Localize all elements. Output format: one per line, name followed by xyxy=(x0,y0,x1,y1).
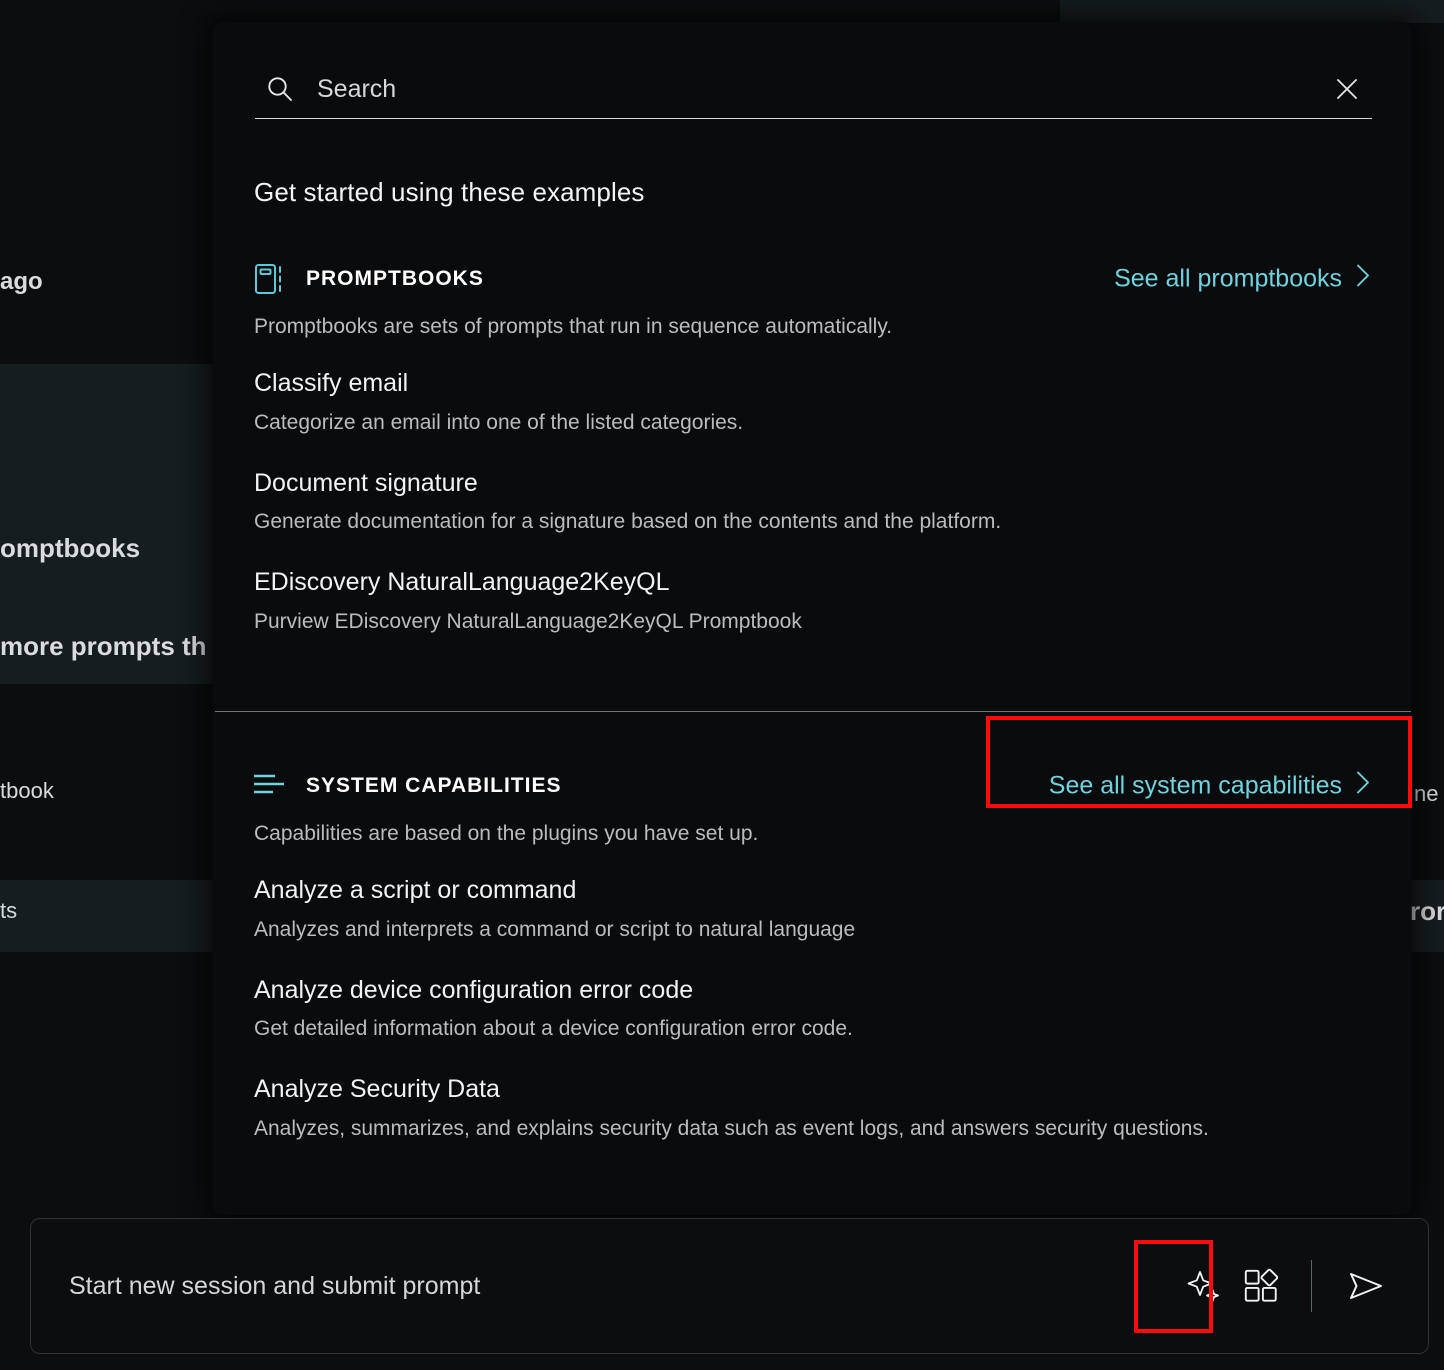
item-description: Purview EDiscovery NaturalLanguage2KeyQL… xyxy=(254,609,802,633)
composer-toolbar xyxy=(1177,1258,1428,1314)
item-description: Analyzes, summarizes, and explains secur… xyxy=(254,1116,1209,1140)
section-promptbooks: PROMPTBOOKS See all promptbooks Promptbo… xyxy=(213,258,1411,633)
chevron-right-icon xyxy=(1355,263,1371,296)
chevron-right-icon xyxy=(1355,770,1371,803)
section-title: SYSTEM CAPABILITIES xyxy=(306,774,562,797)
section-divider xyxy=(215,711,1411,712)
plugins-icon[interactable] xyxy=(1233,1258,1289,1314)
search-row xyxy=(255,58,1373,120)
toolbar-divider xyxy=(1311,1260,1312,1312)
search-input[interactable] xyxy=(295,74,1327,104)
close-icon[interactable] xyxy=(1327,69,1367,109)
see-all-system-capabilities-link[interactable]: See all system capabilities xyxy=(1049,770,1371,803)
search-icon xyxy=(265,74,295,104)
see-all-promptbooks-link[interactable]: See all promptbooks xyxy=(1114,263,1371,296)
item-description: Generate documentation for a signature b… xyxy=(254,510,1002,534)
screen: ago omptbooks more prompts th tbook ts ne ror … xyxy=(0,0,1444,1370)
section-system-capabilities: SYSTEM CAPABILITIES See all system capab… xyxy=(213,765,1411,1140)
background-text: ago xyxy=(0,268,43,295)
background-text: ts xyxy=(0,898,18,923)
item-title: Analyze device configuration error code xyxy=(254,975,694,1004)
section-title: PROMPTBOOKS xyxy=(306,267,484,290)
item-description: Categorize an email into one of the list… xyxy=(254,410,744,434)
background-card xyxy=(0,880,215,952)
see-all-promptbooks-label: See all promptbooks xyxy=(1114,264,1342,293)
item-title: Analyze Security Data xyxy=(254,1075,500,1104)
item-description: Get detailed information about a device … xyxy=(254,1017,853,1041)
item-description: Analyzes and interprets a command or scr… xyxy=(254,917,856,941)
list-item[interactable]: EDiscovery NaturalLanguage2KeyQL Purview… xyxy=(254,569,1411,633)
page-title: Get started using these examples xyxy=(254,177,645,207)
list-item[interactable]: Classify email Categorize an email into … xyxy=(254,369,1411,434)
background-text: tbook xyxy=(0,778,54,803)
sparkle-icon[interactable] xyxy=(1177,1258,1233,1314)
section-header: PROMPTBOOKS See all promptbooks xyxy=(213,258,1411,300)
prompt-input[interactable] xyxy=(31,1271,1177,1301)
see-all-system-capabilities-label: See all system capabilities xyxy=(1048,771,1342,800)
item-title: EDiscovery NaturalLanguage2KeyQL xyxy=(254,568,670,597)
item-title: Analyze a script or command xyxy=(254,876,577,904)
background-text: ne xyxy=(1414,781,1439,806)
background-text: more prompts th xyxy=(0,631,207,661)
background-text: ror xyxy=(1410,896,1444,926)
item-title: Classify email xyxy=(254,369,409,397)
list-item[interactable]: Document signature Generate documentatio… xyxy=(254,468,1411,534)
send-icon[interactable] xyxy=(1338,1258,1394,1314)
background-text: omptbooks xyxy=(0,533,141,563)
promptbook-icon xyxy=(253,262,287,296)
search-underline xyxy=(255,118,1372,119)
background-card xyxy=(1060,0,1444,23)
item-title: Document signature xyxy=(254,468,478,497)
section-subtitle: Capabilities are based on the plugins yo… xyxy=(254,822,759,845)
examples-dialog: Get started using these examples PROMPTB… xyxy=(213,22,1411,1215)
section-header: SYSTEM CAPABILITIES See all system capab… xyxy=(213,765,1411,807)
capabilities-icon xyxy=(253,769,287,803)
list-item[interactable]: Analyze Security Data Analyzes, summariz… xyxy=(254,1076,1411,1140)
list-item[interactable]: Analyze a script or command Analyzes and… xyxy=(254,876,1411,941)
prompt-composer xyxy=(30,1218,1429,1354)
section-subtitle: Promptbooks are sets of prompts that run… xyxy=(254,315,893,338)
list-item[interactable]: Analyze device configuration error code … xyxy=(254,975,1411,1041)
